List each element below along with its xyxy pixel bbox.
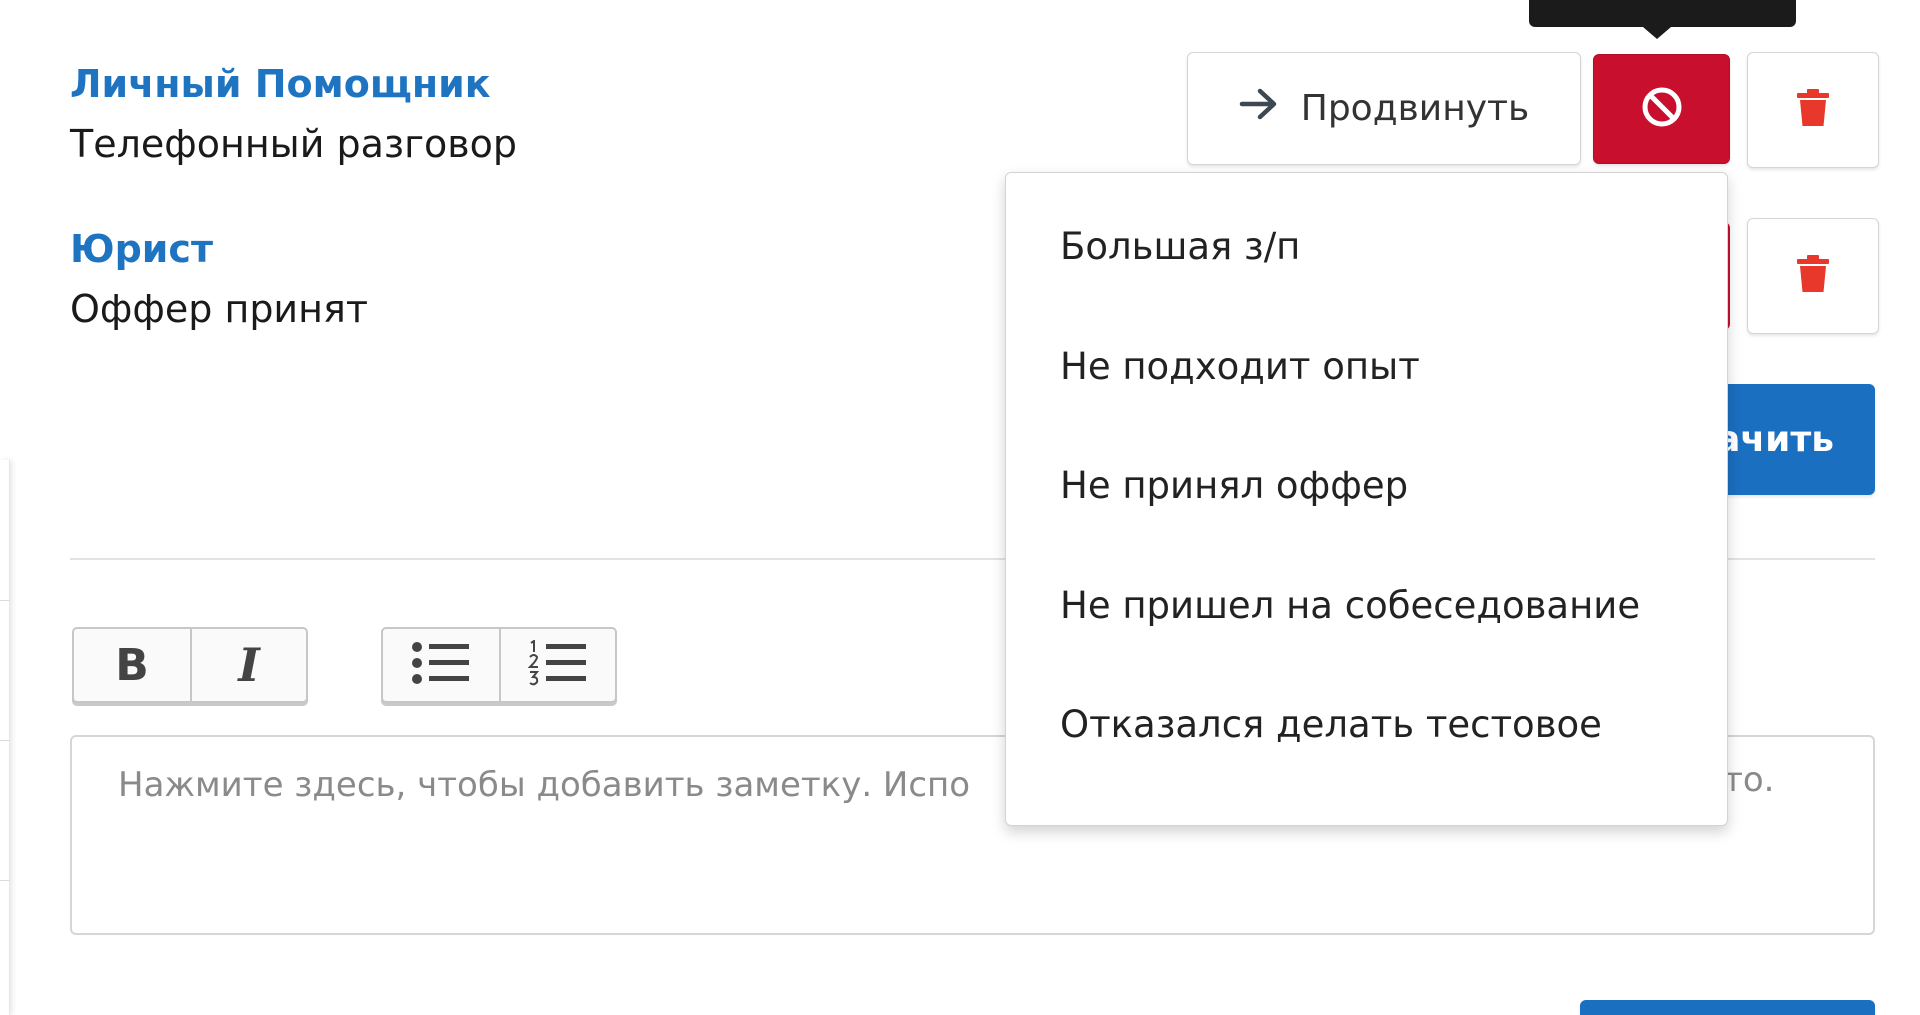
format-toolbar: B I: [72, 627, 308, 703]
tooltip: [1529, 0, 1796, 27]
trash-icon: [1795, 254, 1831, 298]
promote-button[interactable]: Продвинуть: [1187, 52, 1581, 165]
candidate-entry: Личный Помощник Телефонный разговор: [70, 62, 517, 166]
submit-note-button[interactable]: [1580, 1000, 1875, 1015]
tooltip-arrow: [1643, 27, 1671, 39]
bold-button[interactable]: B: [74, 629, 190, 701]
candidate-stage: Оффер принят: [70, 287, 368, 331]
trash-icon: [1795, 88, 1831, 132]
delete-button[interactable]: [1747, 218, 1879, 334]
candidate-entry: Юрист Оффер принят: [70, 227, 368, 331]
list-toolbar: [381, 627, 617, 703]
reject-reason-option[interactable]: Не пришел на собеседование: [1006, 584, 1727, 704]
reject-reason-option[interactable]: Не подходит опыт: [1006, 345, 1727, 465]
numbered-list-icon: [527, 639, 588, 690]
candidate-vacancy-link[interactable]: Личный Помощник: [70, 62, 517, 106]
arrow-right-icon: [1239, 87, 1279, 130]
reject-reason-option[interactable]: Не принял оффер: [1006, 464, 1727, 584]
note-placeholder: Нажмите здесь, чтобы добавить заметку. И…: [118, 765, 971, 805]
bullet-list-button[interactable]: [383, 629, 499, 701]
reject-reason-option[interactable]: Отказался делать тестовое: [1006, 703, 1727, 823]
promote-button-label: Продвинуть: [1300, 88, 1530, 129]
bullet-list-icon: [411, 640, 471, 690]
italic-button[interactable]: I: [190, 629, 306, 701]
side-panel-edge: [0, 460, 10, 1015]
assign-button-label: ачить: [1716, 419, 1834, 460]
delete-button[interactable]: [1747, 52, 1879, 168]
candidate-stage: Телефонный разговор: [70, 122, 518, 166]
ban-icon: [1640, 85, 1684, 133]
reject-reason-option[interactable]: Большая з/п: [1006, 225, 1727, 345]
reject-button[interactable]: [1593, 54, 1730, 164]
numbered-list-button[interactable]: [499, 629, 615, 701]
candidate-vacancy-link[interactable]: Юрист: [70, 227, 368, 271]
reject-reason-menu: Большая з/п Не подходит опыт Не принял о…: [1005, 172, 1728, 826]
